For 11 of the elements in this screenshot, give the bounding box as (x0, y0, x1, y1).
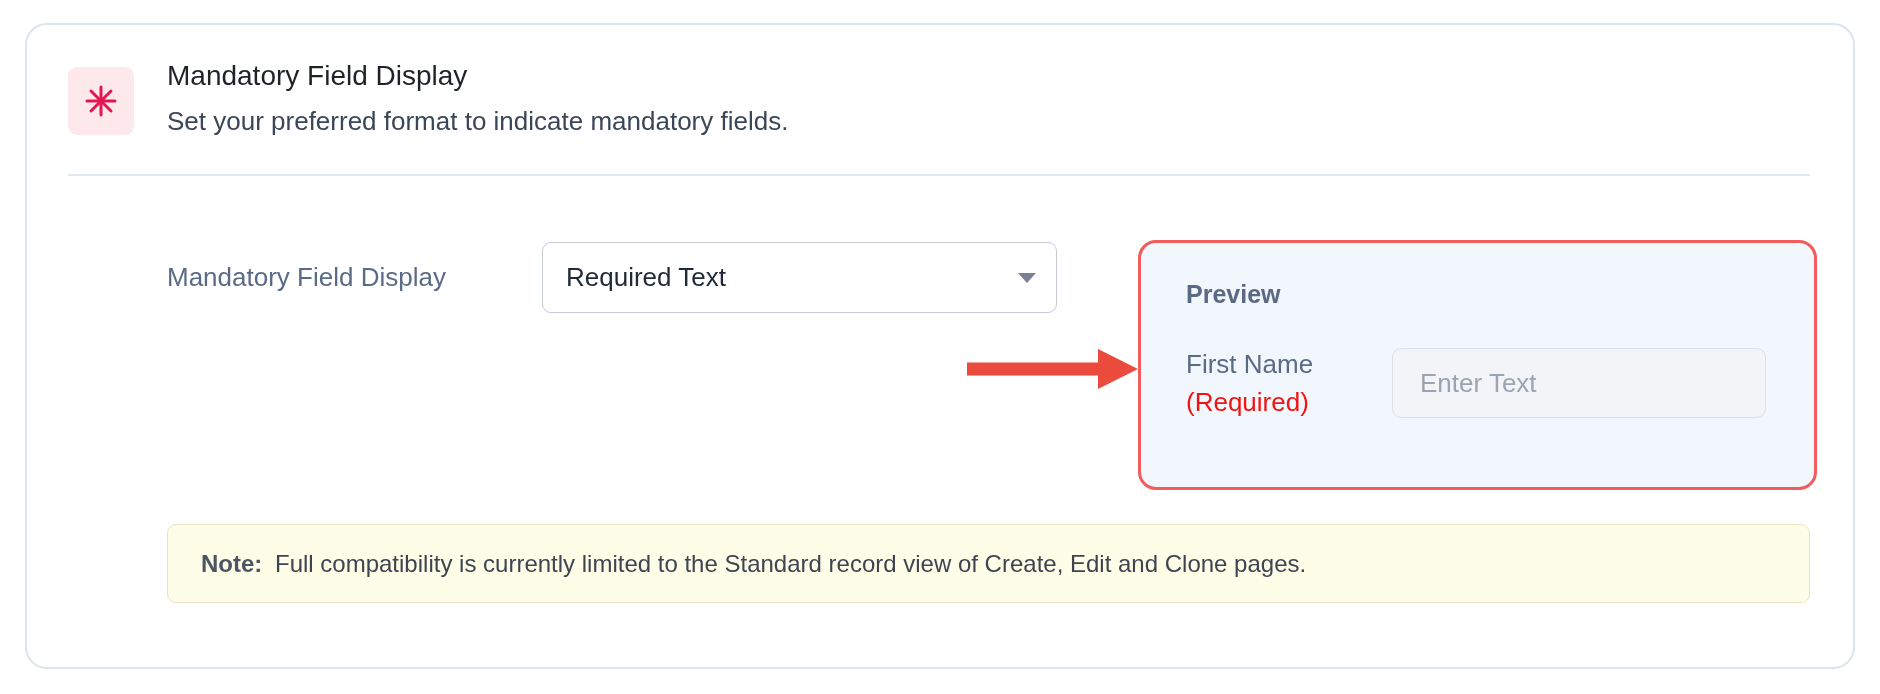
preview-title: Preview (1186, 279, 1282, 310)
required-label: (Required) (1186, 386, 1310, 419)
setting-label: Mandatory Field Display (167, 262, 447, 293)
section-title: Mandatory Field Display (167, 59, 469, 93)
note-text: Note: Full compatibility is currently limited to the Standard record view of Create, Edit and Clone pages. (201, 549, 1307, 578)
text-input-field[interactable]: Enter Text (1392, 348, 1766, 418)
asterisk-icon (68, 67, 134, 135)
format-dropdown[interactable]: Required Text (542, 242, 1057, 313)
field-label: First Name (1186, 348, 1315, 381)
section-description: Set your preferred format to indicate mandatory fields. (167, 105, 789, 138)
caret-icon (1018, 272, 1036, 283)
